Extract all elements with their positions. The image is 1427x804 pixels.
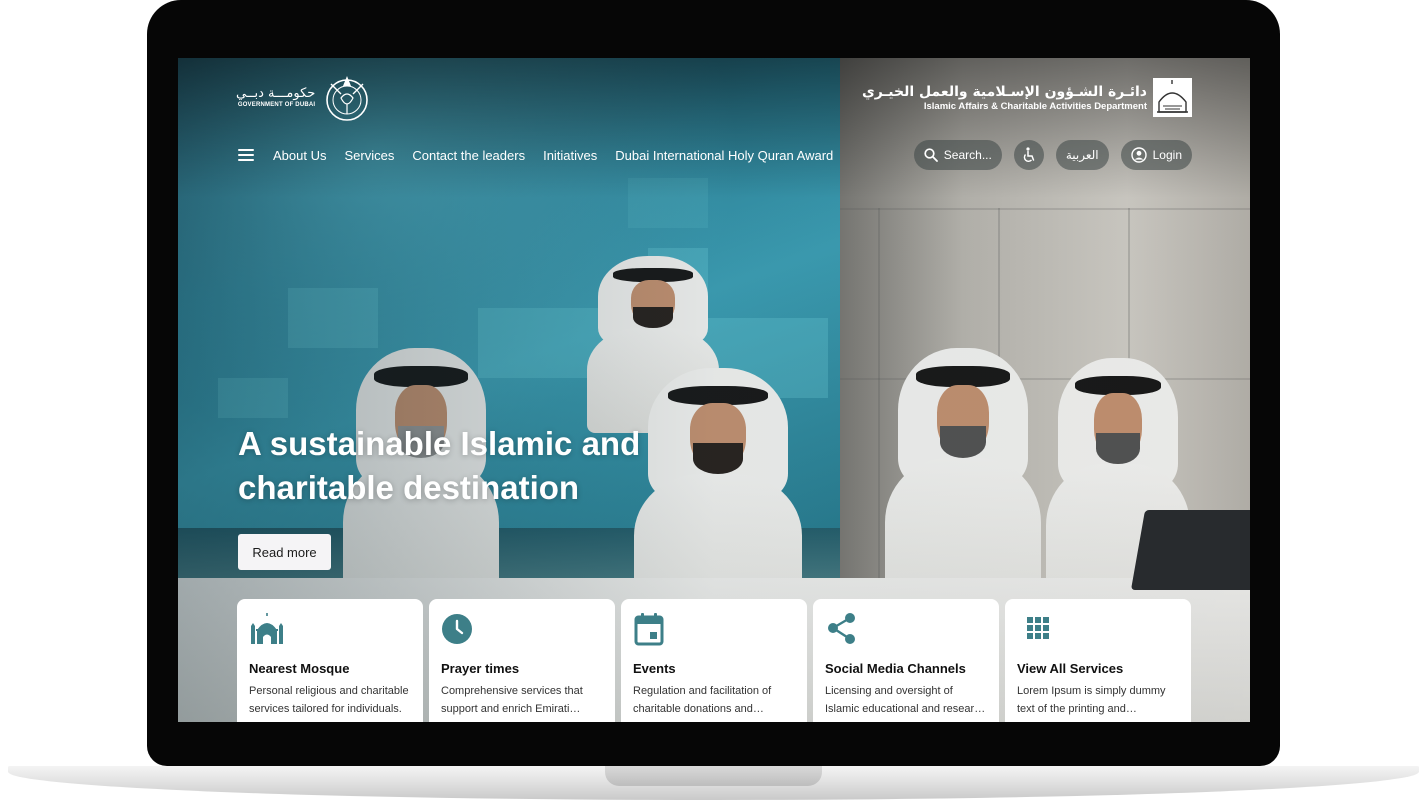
search-label: Search... (943, 148, 992, 162)
nav-about-us[interactable]: About Us (273, 148, 326, 163)
login-label: Login (1152, 148, 1182, 162)
dept-logo-english: Islamic Affairs & Charitable Activities … (923, 100, 1147, 112)
hamburger-menu-icon[interactable] (238, 149, 254, 161)
accessibility-button[interactable] (1013, 140, 1044, 170)
mosque-icon (251, 613, 283, 644)
main-navigation: About Us Services Contact the leaders In… (238, 144, 851, 166)
card-prayer-times[interactable]: Prayer times Comprehensive services that… (429, 599, 615, 722)
card-description: Comprehensive services that support and … (441, 685, 583, 715)
card-description: Regulation and facilitation of charitabl… (633, 685, 772, 715)
grid-icon (1027, 617, 1049, 639)
language-label: العربية (1065, 148, 1099, 162)
gov-logo-arabic: حكومـــة دبــي (236, 86, 316, 101)
mosque-dome-logo-icon (1153, 78, 1192, 117)
website-screen: حكومـــة دبــي GOVERNMENT OF DUBAI دائـر… (178, 58, 1250, 722)
nav-quran-award[interactable]: Dubai International Holy Quran Award (615, 148, 833, 163)
card-title: Nearest Mosque (249, 661, 350, 676)
card-view-all-services[interactable]: View All Services Lorem Ipsum is simply … (1005, 599, 1191, 722)
card-description: Lorem Ipsum is simply dummy text of the … (1017, 685, 1166, 715)
utility-bar: Search... العربية Login (913, 140, 1192, 170)
card-social-media-channels[interactable]: Social Media Channels Licensing and over… (813, 599, 999, 722)
card-events[interactable]: Events Regulation and facilitation of ch… (621, 599, 807, 722)
clock-icon (442, 614, 472, 644)
card-title: Prayer times (441, 661, 520, 676)
dept-logo-arabic: دائـرة الشـؤون الإسـلامية والعمل الخيـري (861, 83, 1147, 100)
nav-contact-the-leaders[interactable]: Contact the leaders (412, 148, 525, 163)
search-icon (924, 148, 938, 162)
card-title: View All Services (1017, 661, 1124, 676)
login-button[interactable]: Login (1120, 140, 1192, 170)
card-nearest-mosque[interactable]: Nearest Mosque Personal religious and ch… (237, 599, 423, 722)
user-circle-icon (1130, 147, 1147, 163)
nav-services[interactable]: Services (344, 148, 394, 163)
government-of-dubai-logo[interactable]: حكومـــة دبــي GOVERNMENT OF DUBAI (236, 72, 373, 124)
hero-title: A sustainable Islamic and charitable des… (238, 425, 641, 506)
card-description: Personal religious and charitable servic… (249, 685, 409, 715)
search-button[interactable]: Search... (913, 140, 1002, 170)
card-title: Social Media Channels (825, 661, 966, 676)
iacad-department-logo[interactable]: دائـرة الشـؤون الإسـلامية والعمل الخيـري… (862, 78, 1192, 117)
accessibility-icon (1024, 147, 1035, 163)
language-toggle-button[interactable]: العربية (1055, 140, 1109, 170)
calendar-icon (634, 613, 664, 646)
card-title: Events (633, 661, 676, 676)
laptop-notch (605, 766, 822, 786)
gov-logo-english: GOVERNMENT OF DUBAI (237, 102, 316, 108)
nav-initiatives[interactable]: Initiatives (543, 148, 597, 163)
share-icon (828, 613, 855, 644)
quick-links-cards: Nearest Mosque Personal religious and ch… (237, 599, 1191, 722)
card-description: Licensing and oversight of Islamic educa… (825, 685, 986, 715)
dubai-emblem-icon (326, 76, 369, 121)
read-more-button[interactable]: Read more (238, 534, 331, 570)
